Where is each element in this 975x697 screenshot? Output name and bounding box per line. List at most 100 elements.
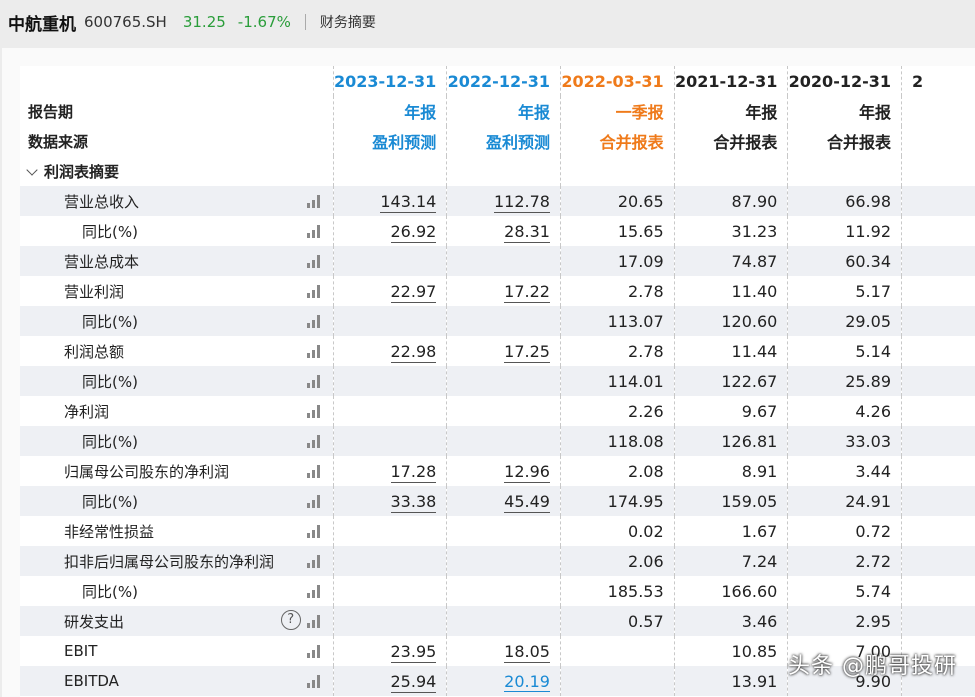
table-cell: 159.05 <box>673 486 788 516</box>
bar-chart-icon[interactable] <box>306 285 323 298</box>
table-cell: 126.81 <box>673 426 788 456</box>
bar-chart-icon[interactable] <box>306 525 323 538</box>
table-cell: 25.89 <box>787 366 902 396</box>
bar-chart-icon[interactable] <box>306 435 323 448</box>
cell-value[interactable]: 112.78 <box>494 191 550 213</box>
table-cell <box>332 366 447 396</box>
section-title: 利润表摘要 <box>44 162 120 181</box>
cell-value[interactable]: 45.49 <box>504 491 550 513</box>
column-date[interactable]: 2023-12-31 <box>332 66 447 96</box>
bar-chart-icon[interactable] <box>306 255 323 268</box>
cell-value[interactable]: 17.28 <box>390 461 437 483</box>
table-cell: 10.85 <box>673 636 788 666</box>
cell-value[interactable]: 17.25 <box>504 341 550 363</box>
cell-value: 74.87 <box>731 251 778 271</box>
bar-chart-icon[interactable] <box>306 375 323 388</box>
row-label-cell: EBIT <box>20 636 333 666</box>
table-cell: 20.19 <box>446 666 561 696</box>
table-row: 同比(%) 118.08 126.81 33.03 <box>20 426 975 456</box>
cell-value[interactable]: 17.22 <box>504 281 550 303</box>
table-cell: 9.67 <box>673 396 788 426</box>
financial-table-container[interactable]: 2023-12-31 2022-12-31 2022-03-31 2021-12… <box>20 66 975 697</box>
chevron-down-icon[interactable] <box>26 163 38 176</box>
cell-value[interactable]: 23.95 <box>390 641 437 663</box>
table-cell: 5.17 <box>787 276 902 306</box>
bar-chart-icon[interactable] <box>306 195 323 208</box>
cell-value: 2.72 <box>855 551 891 571</box>
cell-value: 60.34 <box>845 251 891 271</box>
bar-chart-icon[interactable] <box>306 645 323 658</box>
column-date[interactable]: 2022-03-31 <box>559 66 675 96</box>
cell-value: 2.26 <box>628 401 664 421</box>
cell-value[interactable]: 18.05 <box>504 641 550 663</box>
row-label: 净利润 <box>64 402 110 421</box>
bar-chart-icon[interactable] <box>306 555 323 568</box>
row-label-cell: 同比(%) <box>20 486 334 516</box>
bar-chart-icon[interactable] <box>306 465 323 478</box>
column-date[interactable]: 2 <box>901 66 975 96</box>
cell-value[interactable]: 28.31 <box>504 221 550 243</box>
tab-financial-summary[interactable]: 财务摘要 <box>320 12 376 32</box>
cell-value: 11.92 <box>845 221 891 241</box>
cell-value[interactable]: 12.96 <box>504 461 550 483</box>
report-type: 年报 <box>446 96 561 126</box>
bar-chart-icon[interactable] <box>306 675 323 688</box>
table-cell: 118.08 <box>559 426 675 456</box>
table-cell: 15.65 <box>559 216 675 246</box>
cell-value[interactable]: 20.19 <box>504 671 550 692</box>
cell-value[interactable]: 22.98 <box>390 341 437 363</box>
row-label-cell: 营业总收入 <box>20 186 334 216</box>
table-row: 营业总收入 143.14 112.78 20.65 87.90 66.98 <box>20 186 975 216</box>
row-label: 同比(%) <box>82 582 138 601</box>
table-cell: 31.23 <box>673 216 788 246</box>
bar-chart-icon[interactable] <box>306 315 323 328</box>
table-cell: 11.44 <box>673 336 788 366</box>
row-label: 营业利润 <box>64 282 125 301</box>
data-source <box>901 126 975 156</box>
table-cell: 60.34 <box>787 246 902 276</box>
row-label-cell: 研发支出? <box>20 606 334 636</box>
cell-value[interactable]: 25.94 <box>390 671 437 693</box>
table-cell <box>901 486 975 516</box>
column-date[interactable]: 2020-12-31 <box>787 66 902 96</box>
table-row: 同比(%) 114.01 122.67 25.89 <box>20 366 975 396</box>
table-row: 同比(%) 185.53 166.60 5.74 <box>20 576 975 606</box>
watermark: 头条 @鹏哥投研 <box>788 654 957 679</box>
column-date[interactable]: 2021-12-31 <box>673 66 788 96</box>
section-toggle[interactable]: 利润表摘要 <box>20 156 333 186</box>
section-row[interactable]: 利润表摘要 <box>20 156 975 186</box>
bar-chart-icon[interactable] <box>306 405 323 418</box>
cell-value: 33.03 <box>845 431 891 451</box>
table-cell <box>332 606 447 636</box>
bar-chart-icon[interactable] <box>306 615 323 628</box>
cell-value: 11.44 <box>731 341 778 361</box>
source-label: 数据来源 <box>28 132 89 151</box>
divider <box>304 14 306 30</box>
bar-chart-icon[interactable] <box>306 585 323 598</box>
bar-chart-icon[interactable] <box>306 345 323 358</box>
table-cell: 2.26 <box>559 396 675 426</box>
table-cell <box>901 576 975 606</box>
table-cell: 2.78 <box>559 336 675 366</box>
cell-value[interactable]: 33.38 <box>390 491 437 513</box>
cell-value: 0.57 <box>628 611 664 631</box>
table-cell: 2.06 <box>559 546 675 576</box>
table-cell: 22.98 <box>332 336 447 366</box>
table-cell <box>446 546 561 576</box>
stock-name: 中航重机 <box>8 14 76 35</box>
bar-chart-icon[interactable] <box>306 495 323 508</box>
row-label: EBITDA <box>64 672 119 690</box>
table-cell <box>446 396 561 426</box>
cell-value[interactable]: 143.14 <box>380 191 437 213</box>
table-cell: 11.40 <box>673 276 788 306</box>
table-cell: 174.95 <box>559 486 675 516</box>
cell-value[interactable]: 26.92 <box>390 221 437 243</box>
column-date[interactable]: 2022-12-31 <box>446 66 561 96</box>
financial-table: 2023-12-31 2022-12-31 2022-03-31 2021-12… <box>20 66 975 696</box>
table-cell: 2.78 <box>559 276 675 306</box>
bar-chart-icon[interactable] <box>306 225 323 238</box>
cell-value[interactable]: 22.97 <box>390 281 437 303</box>
table-cell: 143.14 <box>332 186 447 216</box>
table-cell <box>446 306 561 336</box>
help-icon[interactable]: ? <box>280 610 301 630</box>
